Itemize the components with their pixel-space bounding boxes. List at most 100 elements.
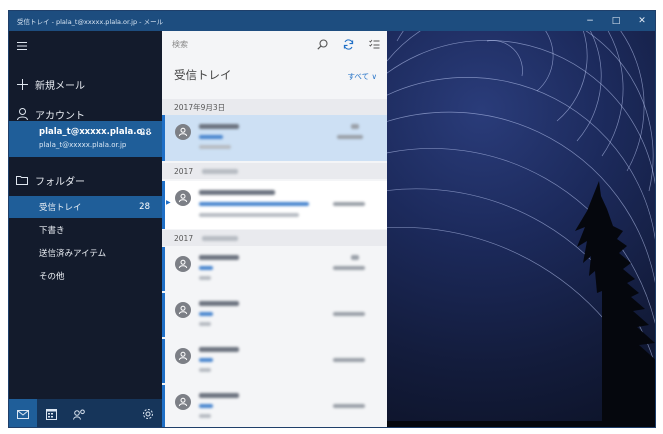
folder-item-sent[interactable]: 送信済みアイテム (9, 242, 162, 264)
maximize-button[interactable]: □ (603, 11, 629, 31)
plus-icon (9, 78, 35, 90)
sender-name (199, 301, 239, 306)
sender-name (199, 190, 275, 195)
mail-icon (17, 409, 29, 419)
flag-indicator (351, 124, 359, 129)
mail-app-window: 受信トレイ - plala_t@xxxxx.plala.or.jp - メール … (8, 10, 656, 428)
person-icon (178, 127, 188, 137)
received-date (333, 404, 365, 408)
person-icon (178, 397, 188, 407)
message-item[interactable] (162, 247, 387, 291)
select-mode-button[interactable] (361, 34, 387, 54)
received-date (337, 135, 363, 139)
folder-item-drafts[interactable]: 下書き (9, 219, 162, 241)
person-icon (178, 193, 188, 203)
folder-icon (9, 175, 35, 185)
preview-text (199, 276, 211, 280)
subject-line (199, 266, 213, 270)
account-email: plala_t@xxxxx.plala.or.jp (39, 141, 127, 149)
sync-icon (343, 38, 353, 50)
hamburger-button[interactable] (9, 37, 162, 55)
preview-text (199, 213, 299, 217)
sync-button[interactable] (335, 34, 361, 54)
person-icon (178, 351, 188, 361)
group-date-rest (202, 169, 238, 174)
date-group-header: 2017 (162, 230, 387, 246)
folder-item-more[interactable]: その他 (9, 265, 162, 287)
subject-line (199, 202, 309, 206)
message-list-pane: 検索 受信トレイ すべて ∨ 2017年9月3日 2017 ▶ 2017 (162, 31, 387, 427)
preview-text (199, 368, 211, 372)
account-unread-count: 28 (140, 128, 151, 138)
search-button[interactable] (309, 34, 335, 54)
flag-indicator (351, 255, 359, 260)
folder-item-inbox[interactable]: 受信トレイ 28 (9, 196, 162, 218)
avatar (175, 190, 191, 206)
window-controls: − □ ✕ (577, 11, 655, 31)
star-trails-image (387, 31, 655, 427)
message-item[interactable] (162, 385, 387, 427)
subject-line (199, 135, 223, 139)
sender-name (199, 347, 239, 352)
mail-button[interactable] (9, 399, 37, 427)
sender-name (199, 124, 239, 129)
person-icon (178, 305, 188, 315)
subject-line (199, 404, 213, 408)
hamburger-icon (9, 42, 35, 50)
title-bar: 受信トレイ - plala_t@xxxxx.plala.or.jp - メール … (9, 11, 655, 31)
new-mail-label: 新規メール (35, 80, 85, 92)
date-group-header: 2017年9月3日 (162, 99, 387, 115)
person-icon (178, 259, 188, 269)
folder-label: 送信済みアイテム (39, 249, 107, 259)
close-button[interactable]: ✕ (629, 11, 655, 31)
folder-label: 受信トレイ (39, 203, 82, 213)
message-item[interactable] (162, 339, 387, 383)
received-date (333, 266, 365, 270)
minimize-button[interactable]: − (577, 11, 603, 31)
avatar (175, 348, 191, 364)
calendar-button[interactable] (37, 399, 65, 427)
navigation-pane: 新規メール アカウント plala_t@xxxxx.plala.o... pla… (9, 31, 162, 427)
person-icon (9, 108, 35, 120)
people-button[interactable] (65, 399, 93, 427)
message-item[interactable]: ▶ (162, 181, 387, 229)
received-date (333, 358, 365, 362)
received-date (333, 312, 365, 316)
checklist-icon (368, 39, 379, 49)
preview-text (199, 145, 231, 149)
people-icon (72, 409, 85, 420)
search-input[interactable]: 検索 (172, 35, 309, 53)
account-item[interactable]: plala_t@xxxxx.plala.o... plala_t@xxxxx.p… (9, 121, 162, 157)
subject-line (199, 358, 213, 362)
avatar (175, 302, 191, 318)
subject-line (199, 312, 213, 316)
sender-name (199, 393, 239, 398)
settings-icon (143, 409, 153, 419)
folder-label: 下書き (39, 226, 65, 236)
date-group-header: 2017 (162, 163, 387, 179)
unread-indicator-icon: ▶ (166, 199, 171, 206)
reading-pane-background (387, 31, 655, 427)
avatar (175, 124, 191, 140)
group-date-rest (202, 236, 238, 241)
search-bar: 検索 (162, 31, 387, 57)
preview-text (199, 322, 211, 326)
settings-button[interactable] (134, 399, 162, 427)
folder-label: その他 (39, 272, 65, 282)
list-toolbar (309, 34, 387, 54)
folder-unread-count: 28 (139, 202, 150, 212)
accounts-label: アカウント (35, 110, 85, 122)
search-icon (316, 38, 328, 50)
window-title: 受信トレイ - plala_t@xxxxx.plala.or.jp - メール (17, 18, 164, 26)
folder-title: 受信トレイ (174, 68, 232, 82)
filter-dropdown[interactable]: すべて ∨ (347, 71, 377, 82)
message-item[interactable] (162, 115, 387, 161)
app-switcher-bar (9, 399, 162, 427)
preview-text (199, 414, 211, 418)
account-name: plala_t@xxxxx.plala.o... (39, 127, 152, 137)
new-mail-button[interactable]: 新規メール (9, 73, 162, 95)
message-item[interactable] (162, 293, 387, 337)
calendar-icon (45, 408, 57, 420)
folders-label: フォルダー (35, 176, 85, 188)
folders-button[interactable]: フォルダー (9, 169, 162, 191)
